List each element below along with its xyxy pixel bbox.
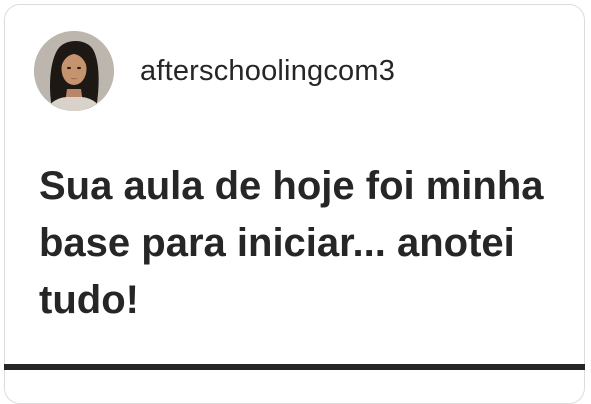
username[interactable]: afterschoolingcom3 xyxy=(140,55,395,88)
profile-photo-icon xyxy=(34,31,114,111)
avatar[interactable] xyxy=(34,31,114,111)
bottom-divider xyxy=(4,364,585,370)
comment-header: afterschoolingcom3 xyxy=(34,31,395,111)
comment-text: Sua aula de hoje foi minha base para ini… xyxy=(39,164,544,322)
